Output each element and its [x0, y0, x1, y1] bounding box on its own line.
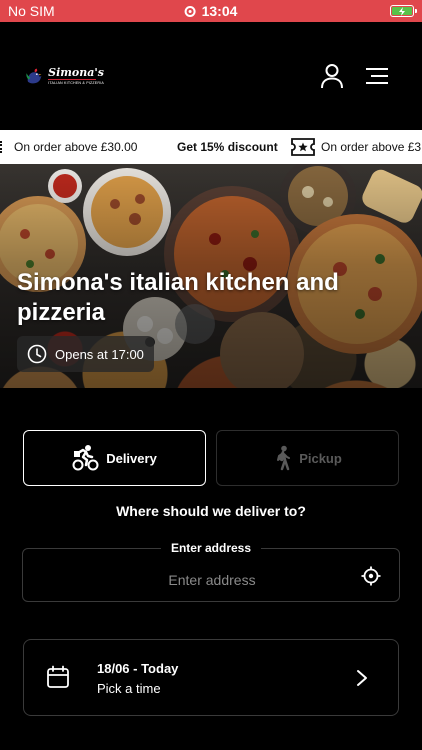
promo-banner[interactable]: On order above £30.00 Get 15% discount O… — [0, 130, 422, 164]
status-time: 13:04 — [201, 3, 238, 19]
opening-time-text: Opens at 17:00 — [55, 346, 144, 362]
battery-icon — [390, 5, 417, 17]
ticket-edge-icon — [0, 141, 2, 153]
pick-time-card[interactable]: 18/06 - Today Pick a time — [23, 639, 399, 716]
rooster-logo-icon — [26, 68, 42, 84]
user-icon — [321, 64, 343, 89]
delivery-button[interactable]: Delivery — [23, 430, 206, 486]
locate-me-icon[interactable] — [361, 566, 381, 586]
ticket-star-icon — [291, 138, 315, 156]
status-time-group: 13:04 — [184, 3, 238, 19]
restaurant-title: Simona's italian kitchen and pizzeria — [17, 269, 339, 326]
promo-item: On order above £3 — [291, 138, 421, 156]
promo-item: Get 15% discount — [177, 140, 278, 154]
hero-banner: Simona's italian kitchen and pizzeria Op… — [0, 164, 422, 388]
menu-icon — [366, 68, 388, 84]
logo-text: Simona's ITALIAN KITCHEN & PIZZERIA — [48, 67, 104, 86]
carrier-label: No SIM — [8, 3, 55, 19]
delivery-label: Delivery — [106, 450, 157, 466]
pick-time-label: Pick a time — [97, 681, 161, 696]
logo-tagline: ITALIAN KITCHEN & PIZZERIA — [48, 80, 104, 85]
address-input[interactable] — [23, 549, 401, 603]
promo-item: On order above £30.00 — [0, 140, 137, 154]
app-header: Simona's ITALIAN KITCHEN & PIZZERIA — [0, 22, 422, 130]
menu-button[interactable] — [363, 62, 391, 90]
delivery-question: Where should we deliver to? — [116, 503, 306, 519]
logo-underline — [48, 78, 97, 80]
walking-icon — [277, 445, 291, 471]
delivery-bike-icon — [72, 445, 99, 471]
battery-charge-icon — [392, 6, 412, 16]
pickup-label: Pickup — [299, 450, 342, 466]
pickup-button[interactable]: Pickup — [216, 430, 399, 486]
logo-name: Simona's — [48, 65, 104, 79]
promo-text: Get 15% discount — [177, 140, 278, 154]
status-bar: No SIM 13:04 — [0, 0, 422, 22]
calendar-icon — [47, 665, 69, 688]
address-label: Enter address — [160, 541, 262, 555]
clock-icon — [27, 344, 47, 364]
chevron-right-icon — [357, 670, 367, 686]
alarm-icon — [184, 5, 196, 17]
promo-text: On order above £3 — [321, 140, 422, 154]
promo-text: On order above £30.00 — [14, 140, 138, 154]
account-button[interactable] — [318, 62, 346, 90]
restaurant-logo[interactable]: Simona's ITALIAN KITCHEN & PIZZERIA — [24, 62, 104, 90]
address-field: Enter address — [22, 541, 401, 603]
opening-time-badge: Opens at 17:00 — [17, 336, 154, 372]
delivery-date: 18/06 - Today — [97, 661, 179, 676]
